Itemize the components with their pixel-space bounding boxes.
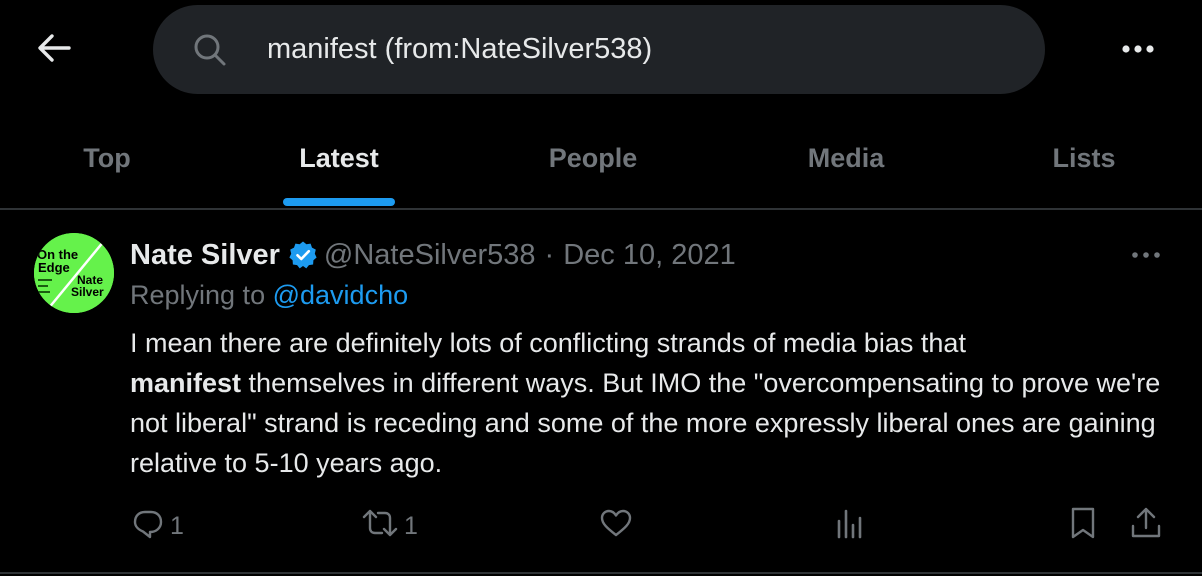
- highlighted-search-term: manifest: [130, 368, 242, 398]
- tab-top[interactable]: Top: [56, 108, 158, 208]
- avatar-text-4: Silver: [71, 285, 104, 299]
- avatar[interactable]: On the Edge Nate Silver: [34, 233, 114, 313]
- reply-button[interactable]: 1: [132, 506, 184, 546]
- tweet-text: I mean there are definitely lots of conf…: [130, 323, 1170, 483]
- more-horizontal-icon: [1121, 41, 1155, 59]
- tweet-text-start: I mean there are definitely lots of conf…: [130, 328, 966, 358]
- more-options-button[interactable]: [1110, 28, 1166, 72]
- tweet-text-end: themselves in different ways. But IMO th…: [130, 368, 1161, 478]
- replying-to-mention[interactable]: @davidcho: [273, 280, 409, 310]
- views-button[interactable]: [834, 506, 866, 546]
- tweet-header: Nate Silver @NateSilver538 · Dec 10, 202…: [130, 234, 736, 276]
- author-handle[interactable]: @NateSilver538: [324, 239, 536, 272]
- search-icon: [193, 32, 229, 68]
- tab-media[interactable]: Media: [780, 108, 912, 208]
- tabs-divider: [0, 208, 1202, 210]
- search-input[interactable]: [267, 33, 967, 66]
- back-button[interactable]: [26, 22, 82, 78]
- replying-to-line: Replying to @davidcho: [130, 280, 408, 311]
- heart-icon: [599, 507, 633, 546]
- replying-prefix: Replying to: [130, 280, 266, 310]
- tweet-more-button[interactable]: [1120, 240, 1172, 270]
- bar-chart-icon: [834, 507, 866, 546]
- reply-icon: [132, 507, 164, 546]
- like-button[interactable]: [599, 506, 633, 546]
- avatar-text-2: Edge: [38, 260, 70, 275]
- separator-dot: ·: [544, 238, 555, 271]
- active-tab-indicator: [283, 198, 395, 206]
- tweet-date[interactable]: Dec 10, 2021: [563, 239, 736, 272]
- more-horizontal-icon: [1131, 246, 1161, 264]
- bookmark-icon: [1068, 506, 1098, 547]
- arrow-left-icon: [37, 33, 71, 68]
- retweet-count: 1: [404, 511, 418, 540]
- share-button[interactable]: [1130, 506, 1162, 546]
- reply-count: 1: [170, 511, 184, 540]
- share-icon: [1130, 506, 1162, 547]
- verified-badge-icon[interactable]: [288, 240, 318, 270]
- bookmark-button[interactable]: [1068, 506, 1098, 546]
- author-name[interactable]: Nate Silver: [130, 239, 280, 272]
- retweet-button[interactable]: 1: [362, 506, 418, 546]
- tab-lists[interactable]: Lists: [1030, 108, 1138, 208]
- tweet-divider: [0, 572, 1202, 574]
- tab-people[interactable]: People: [520, 108, 666, 208]
- search-tabs: Top Latest People Media Lists: [0, 108, 1202, 208]
- search-bar[interactable]: [153, 5, 1045, 94]
- tab-latest[interactable]: Latest: [277, 108, 401, 208]
- retweet-icon: [362, 507, 398, 546]
